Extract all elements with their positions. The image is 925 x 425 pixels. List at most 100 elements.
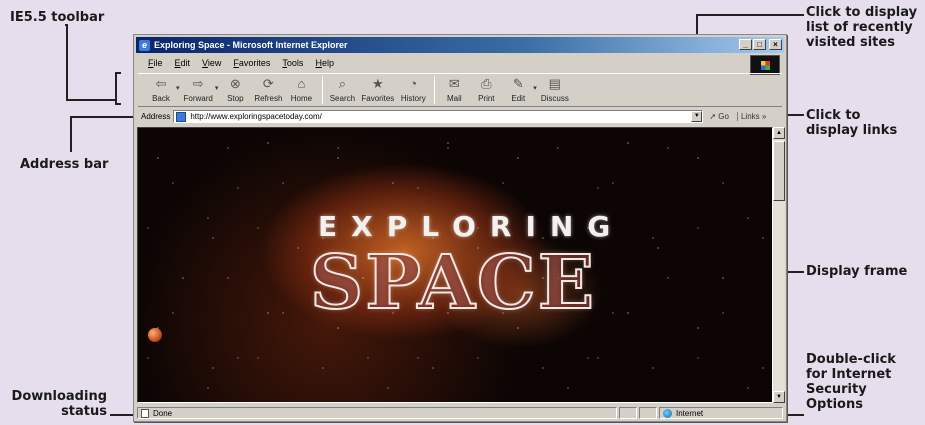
planet-image (148, 328, 162, 342)
history-button[interactable]: ◔ History (400, 74, 426, 103)
callout-security-line4: Options (806, 397, 863, 412)
print-button[interactable]: ⎙ Print (473, 74, 499, 103)
address-input[interactable]: http://www.exploringspacetoday.com/ ▼ (173, 110, 704, 123)
back-arrow-icon: ⇦ (155, 76, 167, 91)
downloading-status: Done (137, 407, 617, 419)
callout-security-line2: for Internet (806, 367, 892, 382)
menu-tools[interactable]: Tools (282, 58, 303, 68)
address-bar: Address http://www.exploringspacetoday.c… (138, 109, 782, 124)
minimize-button[interactable]: _ (739, 39, 752, 50)
callout-address-bar: Address bar (20, 157, 109, 172)
status-text: Done (153, 408, 173, 418)
refresh-button[interactable]: ⟳ Refresh (254, 74, 282, 103)
leader-address-h (70, 116, 138, 118)
edit-icon: ✎ (512, 76, 524, 91)
refresh-label: Refresh (254, 94, 283, 103)
favorites-icon: ★ (372, 76, 384, 91)
recent-sites-dropdown-button[interactable]: ▼ (691, 111, 703, 122)
go-arrow-icon: ➚ (709, 112, 717, 121)
scroll-thumb[interactable] (773, 141, 785, 201)
search-button[interactable]: ⌕ Search (329, 74, 355, 103)
space-heading: SPACE (309, 239, 597, 327)
status-bar: Done Internet (137, 406, 783, 420)
callout-downloading-status: Downloading status (6, 389, 107, 419)
search-label: Search (329, 94, 356, 103)
callout-links-line1: Click to (806, 108, 861, 123)
callout-links-line2: display links (806, 123, 898, 138)
title-bar[interactable]: e Exploring Space - Microsoft Internet E… (136, 37, 784, 53)
forward-arrow-icon: ⇨ (192, 76, 204, 91)
window-title: Exploring Space - Microsoft Internet Exp… (154, 40, 348, 50)
edit-dropdown-icon[interactable]: ▾ (533, 84, 537, 92)
links-button[interactable]: Links » (736, 112, 769, 121)
mail-icon: ✉ (448, 76, 460, 91)
discuss-button[interactable]: ▤ Discuss (541, 74, 569, 103)
leader-toolbar-h2 (66, 99, 116, 101)
leader-toolbar-bracket (115, 72, 117, 104)
leader-recent-h (696, 14, 804, 16)
close-button[interactable]: × (769, 39, 782, 50)
window-controls: _ □ × (739, 39, 782, 50)
browser-window: e Exploring Space - Microsoft Internet E… (133, 34, 787, 422)
globe-icon (663, 408, 672, 418)
callout-downloading-status-line2: status (61, 404, 107, 419)
exploring-heading: EXPLORING (318, 210, 625, 243)
favorites-label: Favorites (361, 94, 395, 103)
callout-recent-sites-line1: Click to display (806, 5, 918, 20)
menu-file[interactable]: File (148, 58, 163, 68)
menu-bar: File Edit View Favorites Tools Help (138, 55, 746, 70)
maximize-button[interactable]: □ (753, 39, 766, 50)
ie-logo-icon: e (139, 39, 150, 51)
forward-dropdown-icon[interactable]: ▾ (215, 84, 219, 92)
history-label: History (400, 94, 426, 103)
go-label: Go (718, 112, 729, 121)
edit-button[interactable]: ✎ Edit (505, 74, 531, 103)
print-label: Print (478, 94, 495, 103)
zone-label: Internet (676, 408, 704, 418)
print-icon: ⎙ (481, 76, 492, 91)
toolbar-separator (434, 76, 436, 104)
back-label: Back (152, 94, 170, 103)
vertical-scrollbar[interactable]: ▲ ▼ (773, 127, 785, 403)
mail-button[interactable]: ✉ Mail (441, 74, 467, 103)
status-cell (639, 407, 657, 419)
menu-favorites[interactable]: Favorites (233, 58, 270, 68)
callout-recent-sites: Click to display list of recently visite… (806, 5, 917, 50)
leader-toolbar-v (66, 24, 68, 100)
stop-label: Stop (227, 94, 244, 103)
forward-label: Forward (183, 94, 213, 103)
scroll-up-button[interactable]: ▲ (773, 127, 785, 139)
leader-toolbar-bracket-top (115, 72, 121, 74)
favorites-button[interactable]: ★ Favorites (361, 74, 394, 103)
home-button[interactable]: ⌂ Home (288, 74, 314, 103)
callout-downloading-status-line1: Downloading (11, 389, 107, 404)
page-status-icon (141, 408, 149, 418)
back-dropdown-icon[interactable]: ▾ (176, 84, 180, 92)
callout-ie-toolbar: IE5.5 toolbar (10, 10, 105, 25)
security-zone[interactable]: Internet (659, 407, 783, 419)
menu-edit[interactable]: Edit (175, 58, 191, 68)
status-cell (619, 407, 637, 419)
edit-label: Edit (511, 94, 526, 103)
home-icon: ⌂ (297, 76, 306, 91)
callout-recent-sites-line2: list of recently (806, 20, 913, 35)
home-label: Home (290, 94, 313, 103)
menu-help[interactable]: Help (315, 58, 334, 68)
menu-view[interactable]: View (202, 58, 221, 68)
leader-toolbar-bracket-bot (115, 103, 121, 105)
stop-button[interactable]: ⊗ Stop (222, 74, 248, 103)
ie-toolbar: ⇦ Back ▾ ⇨ Forward ▾ ⊗ Stop ⟳ Refresh ⌂ … (138, 73, 782, 107)
mail-label: Mail (446, 94, 462, 103)
callout-links: Click to display links (806, 108, 897, 138)
display-frame[interactable]: EXPLORING SPACE (137, 127, 773, 403)
search-icon: ⌕ (338, 76, 347, 91)
address-label: Address (141, 112, 171, 121)
scroll-down-button[interactable]: ▼ (773, 391, 785, 403)
windows-logo-icon (750, 55, 780, 75)
discuss-label: Discuss (540, 94, 569, 103)
stop-icon: ⊗ (229, 76, 241, 91)
address-url[interactable]: http://www.exploringspacetoday.com/ (190, 112, 321, 121)
forward-button[interactable]: ⇨ Forward (184, 74, 213, 103)
back-button[interactable]: ⇦ Back (148, 74, 174, 103)
go-button[interactable]: ➚ Go (709, 112, 729, 121)
